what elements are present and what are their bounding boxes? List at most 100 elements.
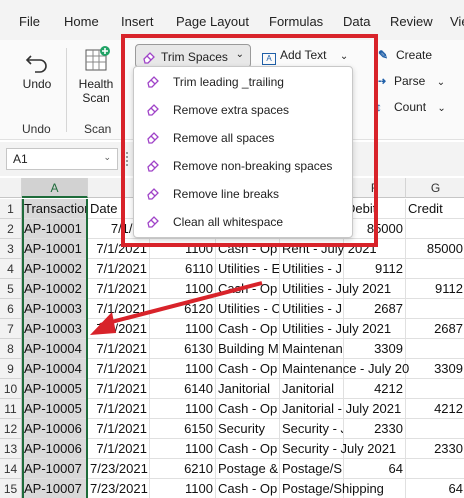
tab-page-layout[interactable]: Page Layout [176, 14, 249, 29]
table-cell[interactable]: 6140 [150, 379, 216, 399]
table-cell[interactable]: 7/1/2021 [88, 379, 150, 399]
table-cell[interactable]: AP-10003 [22, 319, 88, 339]
name-box[interactable]: A1 ⌄ [6, 148, 118, 170]
table-cell[interactable]: Janitorial - July 2021 [280, 399, 401, 419]
menu-item-remove-all-spaces[interactable]: Remove all spaces [134, 126, 352, 150]
menu-item-clean-all-whitespace[interactable]: Clean all whitespace [134, 210, 352, 234]
menu-item-remove-non-breaking-spaces[interactable]: Remove non-breaking spaces [134, 154, 352, 178]
table-cell[interactable]: 2330 [406, 439, 464, 459]
table-cell[interactable]: Postage & [216, 459, 280, 479]
row-header[interactable]: 8 [0, 339, 22, 359]
row-header[interactable]: 12 [0, 419, 22, 439]
table-cell[interactable]: 1100 [150, 399, 216, 419]
table-cell[interactable] [406, 299, 464, 319]
row-header[interactable]: 4 [0, 259, 22, 279]
table-cell[interactable]: 2687 [344, 299, 406, 319]
table-cell[interactable]: 1100 [150, 239, 216, 259]
row-header[interactable]: 14 [0, 459, 22, 479]
table-cell[interactable] [406, 459, 464, 479]
column-header-f[interactable]: F [344, 178, 406, 198]
tab-home[interactable]: Home [64, 14, 99, 29]
table-cell[interactable]: 85000 [344, 219, 406, 239]
table-cell[interactable]: AP-10005 [22, 379, 88, 399]
add-text-button[interactable]: A Add Text ⌄ [262, 48, 348, 65]
table-cell[interactable] [406, 219, 464, 239]
column-header-a[interactable]: A [22, 178, 88, 198]
row-header[interactable]: 3 [0, 239, 22, 259]
health-scan-button[interactable]: Health Scan [74, 44, 118, 105]
table-cell[interactable]: Security [216, 419, 280, 439]
parse-button[interactable]: ⇢ Parse ⌄ [376, 74, 445, 88]
tab-review[interactable]: Review [390, 14, 433, 29]
table-cell[interactable]: 64 [406, 479, 464, 498]
table-cell[interactable]: 6150 [150, 419, 216, 439]
table-cell[interactable]: Janitorial [280, 379, 344, 399]
row-header[interactable]: 9 [0, 359, 22, 379]
table-cell[interactable]: 3309 [406, 359, 464, 379]
table-cell[interactable]: Security - J [280, 419, 344, 439]
table-cell[interactable]: Credit [406, 199, 464, 219]
table-cell[interactable] [406, 379, 464, 399]
row-header[interactable]: 13 [0, 439, 22, 459]
formula-bar-grip[interactable] [126, 152, 130, 166]
table-cell[interactable]: 1100 [150, 279, 216, 299]
tab-file[interactable]: File [19, 14, 40, 29]
row-header[interactable]: 5 [0, 279, 22, 299]
tab-view[interactable]: Vie [450, 14, 464, 29]
table-cell[interactable]: 6120 [150, 299, 216, 319]
column-header-g[interactable]: G [406, 178, 464, 198]
table-cell[interactable]: 7/1/2021 [88, 339, 150, 359]
count-button[interactable]: ↕ Count ⌄ [376, 100, 446, 114]
row-header[interactable]: 10 [0, 379, 22, 399]
table-cell[interactable]: 7/1/2021 [88, 399, 150, 419]
table-cell[interactable]: 9112 [406, 279, 464, 299]
table-cell[interactable]: Utilities - J [280, 259, 344, 279]
row-header[interactable]: 2 [0, 219, 22, 239]
table-cell[interactable]: 7/1/2021 [88, 439, 150, 459]
table-cell[interactable] [406, 259, 464, 279]
table-cell[interactable]: Rent - July 2021 [280, 239, 377, 259]
table-cell[interactable]: 7/1/2021 [88, 319, 150, 339]
table-cell[interactable]: AP-10002 [22, 279, 88, 299]
tab-formulas[interactable]: Formulas [269, 14, 323, 29]
table-cell[interactable]: Utilities - C [216, 299, 280, 319]
table-cell[interactable]: 1100 [150, 439, 216, 459]
row-header[interactable]: 6 [0, 299, 22, 319]
table-cell[interactable]: Debit [344, 199, 406, 219]
table-cell[interactable]: 6110 [150, 259, 216, 279]
table-cell[interactable]: AP-10006 [22, 419, 88, 439]
table-cell[interactable] [406, 339, 464, 359]
table-cell[interactable]: 6210 [150, 459, 216, 479]
table-cell[interactable]: AP-10002 [22, 259, 88, 279]
row-header[interactable]: 15 [0, 479, 22, 498]
table-cell[interactable]: 9112 [344, 259, 406, 279]
row-header[interactable]: 7 [0, 319, 22, 339]
table-cell[interactable]: AP-10007 [22, 459, 88, 479]
table-cell[interactable]: 7/1/2021 [88, 419, 150, 439]
table-cell[interactable]: Utilities - July 2021 [280, 319, 391, 339]
tab-data[interactable]: Data [343, 14, 370, 29]
table-cell[interactable]: 64 [344, 459, 406, 479]
table-cell[interactable]: 2687 [406, 319, 464, 339]
table-cell[interactable]: Security - July 2021 [280, 439, 396, 459]
select-all-corner[interactable] [0, 178, 22, 198]
table-cell[interactable]: Maintenan [280, 339, 344, 359]
menu-item-trim-leading-trailing[interactable]: Trim leading _trailing [134, 70, 352, 94]
table-cell[interactable]: Cash - Op [216, 479, 280, 498]
table-cell[interactable]: 7/1/2021 [88, 239, 150, 259]
table-cell[interactable]: 7/1/2021 [88, 259, 150, 279]
menu-item-remove-extra-spaces[interactable]: Remove extra spaces [134, 98, 352, 122]
table-cell[interactable]: 4212 [344, 379, 406, 399]
undo-button[interactable]: Undo [14, 46, 60, 91]
table-cell[interactable]: AP-10007 [22, 479, 88, 498]
table-cell[interactable]: Cash - Op [216, 359, 280, 379]
menu-item-remove-line-breaks[interactable]: Remove line breaks [134, 182, 352, 206]
tab-insert[interactable]: Insert [121, 14, 154, 29]
table-cell[interactable]: AP-10004 [22, 359, 88, 379]
table-cell[interactable]: 7/1/2021 [88, 279, 150, 299]
table-cell[interactable]: 1100 [150, 479, 216, 498]
table-cell[interactable]: Janitorial [216, 379, 280, 399]
table-cell[interactable]: Postage/Shipping [280, 479, 384, 498]
table-cell[interactable]: 1100 [150, 359, 216, 379]
table-cell[interactable]: Postage/S [280, 459, 344, 479]
